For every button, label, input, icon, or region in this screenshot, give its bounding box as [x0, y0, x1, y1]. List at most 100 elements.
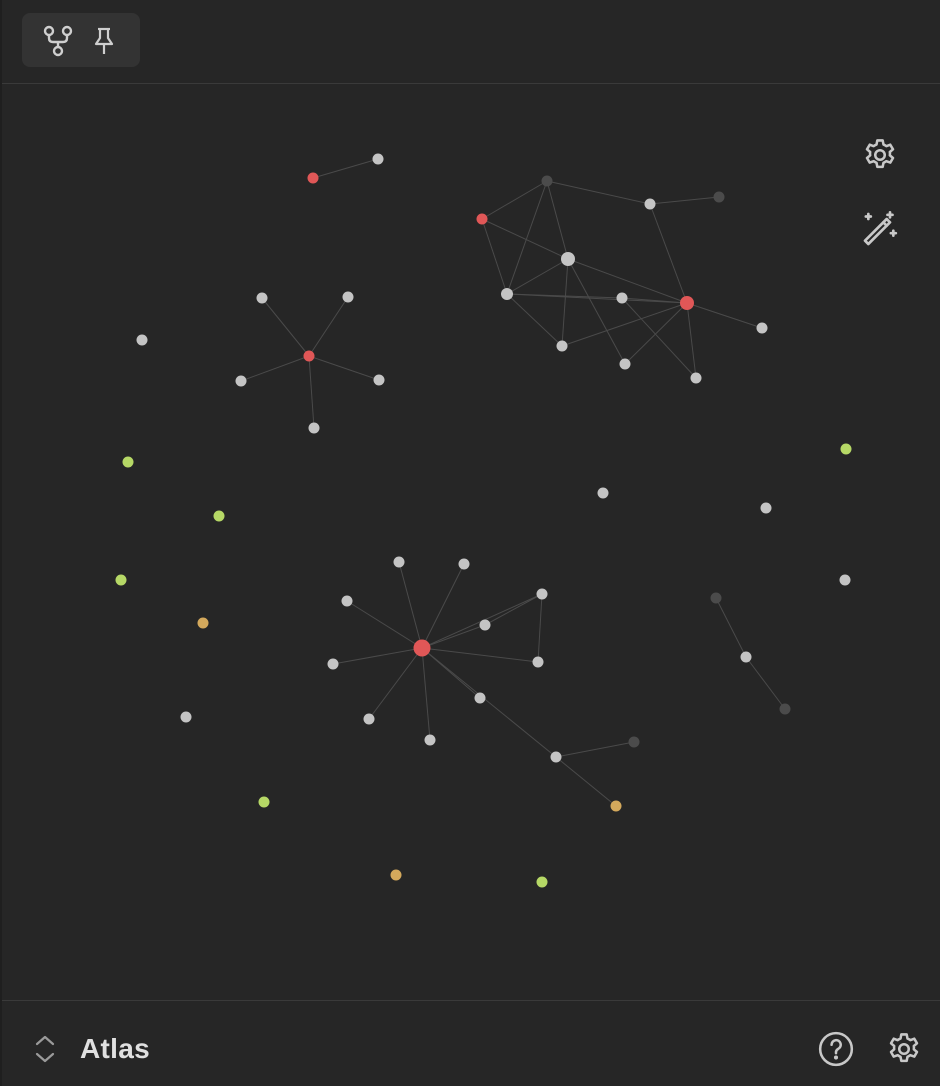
graph-edge — [506, 258, 569, 295]
graph-edge — [561, 302, 688, 347]
graph-node[interactable] — [256, 292, 268, 304]
graph-node[interactable] — [476, 213, 488, 225]
graph-node[interactable] — [501, 288, 513, 300]
graph-edge — [261, 297, 310, 357]
graph-node[interactable] — [180, 711, 192, 723]
graph-node[interactable] — [619, 358, 631, 370]
graph-edge — [421, 647, 539, 663]
graph-node[interactable] — [541, 175, 553, 187]
graph-node[interactable] — [536, 876, 548, 888]
graph-edge — [481, 218, 569, 260]
graph-node[interactable] — [136, 334, 148, 346]
graph-edge — [332, 647, 423, 665]
graph-node[interactable] — [644, 198, 656, 210]
graph-node[interactable] — [458, 558, 470, 570]
graph-edge — [567, 258, 626, 365]
graph-edge — [346, 600, 423, 649]
graph-node[interactable] — [610, 800, 622, 812]
graph-edge — [308, 296, 349, 357]
graph-node[interactable] — [390, 869, 402, 881]
graph-node[interactable] — [474, 692, 486, 704]
graph-node[interactable] — [597, 487, 609, 499]
graph-edge — [484, 593, 543, 626]
graph-node[interactable] — [213, 510, 225, 522]
top-toolbar — [2, 0, 940, 84]
graph-edge — [715, 597, 747, 658]
graph-edge — [561, 258, 569, 347]
animate-graph-button[interactable] — [858, 207, 902, 251]
graph-node[interactable] — [373, 374, 385, 386]
graph-node[interactable] — [115, 574, 127, 586]
pin-icon — [94, 27, 114, 54]
vault-footer: Atlas — [2, 1000, 940, 1086]
graph-node[interactable] — [363, 713, 375, 725]
graph-node[interactable] — [690, 372, 702, 384]
graph-edge — [506, 180, 548, 295]
graph-edge — [649, 203, 688, 304]
graph-edge — [308, 355, 315, 429]
toolbar-button-group — [22, 13, 140, 67]
graph-edge — [481, 180, 548, 220]
graph-edge — [398, 561, 423, 649]
graph-node[interactable] — [122, 456, 134, 468]
graph-node[interactable] — [628, 736, 640, 748]
graph-node[interactable] — [307, 172, 319, 184]
graph-edge — [745, 656, 786, 710]
graph-view-button[interactable] — [38, 21, 78, 61]
graph-edge — [555, 756, 617, 807]
graph-node[interactable] — [342, 291, 354, 303]
settings-button[interactable] — [884, 1029, 924, 1069]
graph-node[interactable] — [308, 422, 320, 434]
graph-edge — [555, 741, 635, 758]
graph-node[interactable] — [710, 592, 722, 604]
graph-node[interactable] — [840, 443, 852, 455]
graph-node[interactable] — [479, 619, 491, 631]
pin-button[interactable] — [84, 21, 124, 61]
graph-edge — [481, 218, 508, 295]
graph-window: Atlas — [0, 0, 940, 1086]
graph-edge — [506, 293, 563, 347]
graph-edge — [621, 297, 697, 379]
graph-node[interactable] — [393, 556, 405, 568]
graph-edge — [421, 647, 431, 741]
vault-switcher[interactable]: Atlas — [32, 1025, 150, 1073]
vault-name: Atlas — [80, 1033, 150, 1064]
graph-node[interactable] — [760, 502, 772, 514]
graph-canvas[interactable] — [2, 85, 940, 1000]
magic-wand-icon — [863, 211, 898, 246]
graph-node[interactable] — [713, 191, 725, 203]
graph-view-icon — [43, 25, 73, 57]
graph-node[interactable] — [424, 734, 436, 746]
graph-edge — [649, 196, 720, 205]
graph-node[interactable] — [556, 340, 568, 352]
graph-edge — [686, 302, 697, 379]
graph-node[interactable] — [413, 639, 431, 657]
graph-node[interactable] — [197, 617, 209, 629]
help-icon — [818, 1031, 854, 1067]
graph-edge — [624, 302, 688, 365]
graph-node[interactable] — [616, 292, 628, 304]
graph-node[interactable] — [532, 656, 544, 668]
graph-edge — [368, 647, 423, 720]
graph-node[interactable] — [327, 658, 339, 670]
graph-node[interactable] — [372, 153, 384, 165]
graph-node[interactable] — [235, 375, 247, 387]
graph-node[interactable] — [258, 796, 270, 808]
graph-edge — [308, 355, 380, 381]
gear-icon — [889, 1033, 919, 1063]
graph-node[interactable] — [740, 651, 752, 663]
help-button[interactable] — [816, 1029, 856, 1069]
graph-node[interactable] — [536, 588, 548, 600]
graph-node[interactable] — [756, 322, 768, 334]
graph-settings-button[interactable] — [858, 133, 902, 177]
graph-node[interactable] — [680, 296, 694, 310]
graph-edge — [312, 158, 379, 179]
graph-node[interactable] — [561, 252, 575, 266]
graph-node[interactable] — [341, 595, 353, 607]
graph-edge — [506, 293, 688, 304]
graph-node[interactable] — [550, 751, 562, 763]
graph-node[interactable] — [779, 703, 791, 715]
graph-node[interactable] — [839, 574, 851, 586]
graph-node[interactable] — [303, 350, 315, 362]
gear-icon — [865, 139, 895, 169]
